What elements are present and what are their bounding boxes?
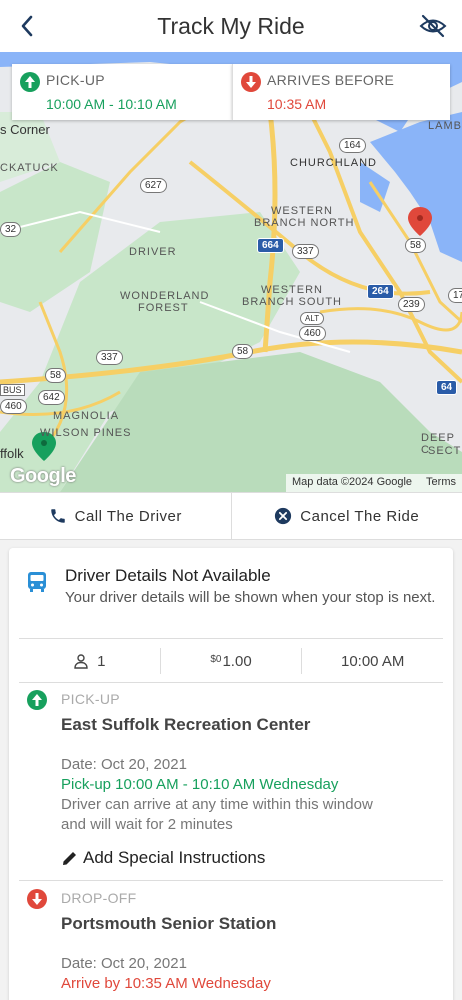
map-label: s Corner (0, 122, 50, 137)
cancel-ride-button[interactable]: Cancel The Ride (230, 493, 462, 539)
call-driver-label: Call The Driver (74, 507, 182, 525)
hide-button[interactable] (418, 12, 448, 40)
pickup-time: 10:00 AM - 10:10 AM (46, 96, 177, 112)
add-special-instructions-label: Add Special Instructions (83, 848, 266, 867)
dropoff-pin (408, 207, 432, 236)
pickup-location-name: East Suffolk Recreation Center (61, 715, 311, 734)
passenger-count: 1 (19, 640, 160, 682)
route-shield: 627 (140, 178, 167, 193)
route-shield: 337 (292, 244, 319, 259)
arrow-down-icon (27, 889, 47, 909)
ride-details-card: Driver Details Not Available Your driver… (9, 548, 453, 1000)
route-shield: ALT (300, 312, 325, 325)
fare: $0 1.00 (159, 648, 302, 674)
map-label: WESTERN (271, 205, 333, 217)
person-icon (74, 654, 88, 669)
arrival-time-card: ARRIVES BEFORE 10:35 AM (232, 64, 450, 120)
map-label: WONDERLAND (120, 290, 210, 302)
map-label: ffolk (0, 446, 24, 461)
route-shield: 460 (0, 399, 27, 414)
arrival-label: ARRIVES BEFORE (267, 72, 395, 88)
map-label: SECT (428, 445, 462, 457)
arrival-time: 10:35 AM (267, 96, 327, 112)
arrow-up-icon (27, 690, 47, 710)
pickup-date: Date: Oct 20, 2021 (61, 756, 187, 773)
bus-icon (25, 570, 49, 594)
route-shield: 642 (38, 390, 65, 405)
map-label: WESTERN (261, 284, 323, 296)
route-shield: 164 (339, 138, 366, 153)
eye-off-icon (419, 14, 447, 38)
call-driver-button[interactable]: Call The Driver (0, 493, 231, 539)
phone-icon (50, 509, 65, 523)
dropoff-arrive-by: Arrive by 10:35 AM Wednesday (61, 975, 271, 992)
map-terms-link[interactable]: Terms (426, 476, 456, 488)
fare-value: 1.00 (222, 652, 252, 670)
route-shield: 32 (0, 222, 22, 237)
route-shield: 664 (257, 238, 284, 253)
dropoff-section-label: DROP-OFF (61, 890, 137, 906)
driver-status-subtitle: Your driver details will be shown when y… (65, 589, 436, 606)
driver-status-title: Driver Details Not Available (65, 566, 271, 585)
map-label: BRANCH NORTH (254, 217, 355, 229)
pickup-section-label: PICK-UP (61, 691, 120, 707)
pickup-window: Pick-up 10:00 AM - 10:10 AM Wednesday (61, 776, 339, 793)
route-shield: 17 (448, 288, 462, 303)
passenger-count-value: 1 (97, 652, 106, 670)
arrow-up-icon (20, 72, 40, 92)
route-shield: 337 (96, 350, 123, 365)
app-header: Track My Ride (0, 0, 462, 52)
route-shield: 58 (232, 344, 254, 359)
map-label: CHURCHLAND (290, 157, 378, 169)
route-shield: 460 (299, 326, 326, 341)
map-label: CKATUCK (0, 162, 59, 174)
route-shield: 64 (436, 380, 458, 395)
map-label: FOREST (138, 302, 189, 314)
ride-stats: 1 $0 1.00 10:00 AM (19, 640, 443, 682)
dropoff-date: Date: Oct 20, 2021 (61, 955, 187, 972)
route-shield: 58 (405, 238, 427, 253)
add-special-instructions-button[interactable]: Add Special Instructions (61, 848, 265, 868)
map-label: BUS (0, 384, 25, 396)
close-circle-icon (275, 507, 292, 525)
cancel-ride-label: Cancel The Ride (300, 507, 420, 525)
map-label: MAGNOLIA (53, 410, 120, 422)
pickup-note: and will wait for 2 minutes (61, 816, 233, 833)
divider (19, 638, 443, 639)
google-logo: Google (10, 465, 76, 487)
ride-actions: Call The Driver Cancel The Ride (0, 492, 462, 540)
pickup-label: PICK-UP (46, 72, 105, 88)
map-label: WILSON PINES (40, 427, 132, 439)
ride-map[interactable]: s Corner CKATUCK CHURCHLAND LAMB WESTERN… (0, 52, 462, 492)
arrow-down-icon (241, 72, 261, 92)
map-label: DRIVER (129, 246, 177, 258)
route-shield: 239 (398, 297, 425, 312)
map-data-text: Map data ©2024 Google (292, 476, 413, 488)
route-shield: 264 (367, 284, 394, 299)
map-attribution: Map data ©2024 Google Terms (286, 474, 462, 492)
map-label: LAMB (428, 120, 462, 132)
map-label: BRANCH SOUTH (242, 296, 343, 308)
pickup-time-card: PICK-UP 10:00 AM - 10:10 AM (12, 64, 232, 120)
page-title: Track My Ride (157, 13, 305, 39)
dropoff-location-name: Portsmouth Senior Station (61, 914, 277, 933)
divider (19, 880, 443, 881)
pencil-icon (63, 852, 76, 865)
fare-currency: $0 (210, 653, 222, 665)
ride-time: 10:00 AM (301, 648, 443, 674)
pickup-note: Driver can arrive at any time within thi… (61, 796, 373, 813)
route-shield: 58 (45, 368, 67, 383)
divider (19, 682, 443, 683)
